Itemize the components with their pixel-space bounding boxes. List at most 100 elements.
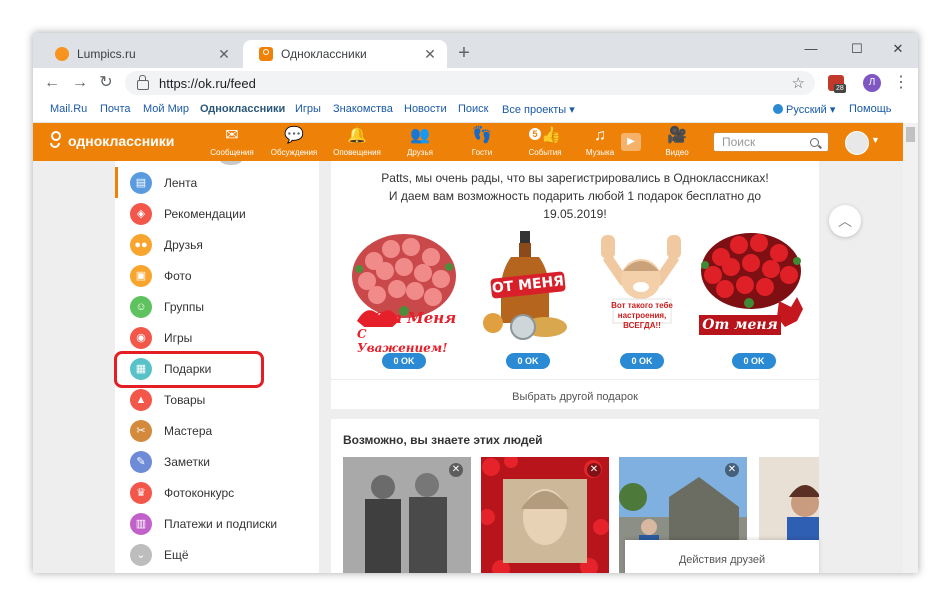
dismiss-x-icon[interactable]: ✕ bbox=[587, 463, 601, 477]
gift-price-button[interactable]: 0 OK bbox=[382, 353, 426, 369]
service-link-news[interactable]: Новости bbox=[404, 103, 447, 115]
sidebar-item-label: Ещё bbox=[164, 547, 189, 562]
service-link-ok[interactable]: Одноклассники bbox=[200, 103, 285, 115]
sidebar-item[interactable]: ✎ Заметки bbox=[115, 446, 319, 477]
shopping-bag-icon: ▲ bbox=[130, 388, 152, 411]
suggested-person-photo[interactable]: ✕ bbox=[343, 457, 471, 573]
nav-label: Гости bbox=[471, 148, 493, 157]
gift-price-button[interactable]: 0 OK bbox=[620, 353, 664, 369]
sidebar-item[interactable]: ▤ Лента bbox=[115, 167, 319, 198]
service-link-dating[interactable]: Знакомства bbox=[333, 103, 393, 115]
sidebar-item[interactable]: ▥ Платежи и подписки bbox=[115, 508, 319, 539]
service-link-search[interactable]: Поиск bbox=[458, 103, 488, 115]
minimize-icon[interactable]: — bbox=[791, 37, 831, 61]
gift-caption-line: настроения, ВСЕГДА!! bbox=[617, 311, 667, 330]
menu-kebab-icon[interactable]: ⋮ bbox=[893, 72, 909, 94]
nav-guests[interactable]: 👣 Гости bbox=[451, 126, 513, 157]
new-tab-plus-icon[interactable]: + bbox=[453, 42, 475, 64]
people-title: Возможно, вы знаете этих людей bbox=[343, 433, 543, 447]
close-icon[interactable]: ✕ bbox=[421, 46, 439, 63]
scrollbar-thumb[interactable] bbox=[906, 127, 915, 142]
ok-logo[interactable]: одноклассники bbox=[50, 131, 174, 151]
gift-price-button[interactable]: 0 OK bbox=[732, 353, 776, 369]
sidebar-item[interactable]: ▣ Фото bbox=[115, 260, 319, 291]
compass-icon: ◈ bbox=[130, 202, 152, 225]
forward-arrow-icon[interactable]: → bbox=[69, 72, 91, 94]
chevron-down-icon[interactable]: ▼ bbox=[871, 135, 880, 145]
tab-title: Одноклассники bbox=[281, 47, 367, 61]
dismiss-x-icon[interactable]: ✕ bbox=[449, 463, 463, 477]
browser-toolbar: ← → ↻ https://ok.ru/feed ☆ 28 Л ⋮ bbox=[33, 68, 918, 98]
scroll-up-chevron-icon[interactable]: ︿ bbox=[829, 205, 861, 237]
language-label: Русский ▾ bbox=[786, 104, 836, 116]
photo-icon: ▣ bbox=[130, 264, 152, 287]
search-icon[interactable] bbox=[810, 137, 819, 147]
dismiss-x-icon[interactable]: ✕ bbox=[725, 463, 739, 477]
nav-label: События bbox=[528, 148, 562, 157]
back-arrow-icon[interactable]: ← bbox=[41, 72, 63, 94]
tab-strip: Lumpics.ru ✕ Одноклассники ✕ + — ☐ ✕ bbox=[33, 33, 918, 68]
nav-notifications[interactable]: 🔔 Оповещения bbox=[326, 126, 388, 157]
profile-avatar[interactable]: Л bbox=[863, 74, 881, 92]
lock-icon bbox=[137, 75, 149, 90]
choose-other-gift-link[interactable]: Выбрать другой подарок bbox=[331, 379, 819, 409]
ok-favicon-icon bbox=[259, 47, 273, 61]
service-link-mail[interactable]: Почта bbox=[100, 103, 131, 115]
sidebar-item[interactable]: ◉ Игры bbox=[115, 322, 319, 353]
page-scrollbar[interactable] bbox=[903, 123, 918, 573]
gift-caption: Вот такого тебе настроения, ВСЕГДА!! bbox=[587, 301, 697, 331]
bookmark-star-icon[interactable]: ☆ bbox=[792, 74, 805, 92]
window-close-icon[interactable]: ✕ bbox=[878, 37, 918, 61]
sidebar-item[interactable]: ⌄ Ещё bbox=[115, 539, 319, 570]
close-icon[interactable]: ✕ bbox=[215, 46, 233, 63]
maximize-icon[interactable]: ☐ bbox=[837, 37, 877, 61]
play-icon[interactable]: ▶ bbox=[621, 133, 641, 151]
nav-label: Оповещения bbox=[333, 148, 381, 157]
gift-price-button[interactable]: 0 OK bbox=[506, 353, 550, 369]
address-bar[interactable]: https://ok.ru/feed ☆ bbox=[125, 71, 815, 95]
nav-video[interactable]: 🎥 Видео bbox=[646, 126, 708, 157]
services-bar: Mail.Ru Почта Мой Мир Одноклассники Игры… bbox=[33, 98, 903, 123]
nav-friends[interactable]: 👥 Друзья bbox=[389, 126, 451, 157]
sidebar-item-label: Фото bbox=[164, 268, 192, 283]
ok-logo-text: одноклассники bbox=[68, 133, 175, 149]
suggested-person-photo[interactable]: ✕ bbox=[481, 457, 609, 573]
globe-icon bbox=[773, 104, 783, 114]
url-text[interactable]: https://ok.ru/feed bbox=[159, 76, 792, 91]
all-projects-dropdown[interactable]: Все проекты ▾ bbox=[502, 103, 575, 116]
ok-search-input[interactable]: Поиск bbox=[713, 132, 829, 152]
service-link-mailru[interactable]: Mail.Ru bbox=[50, 103, 87, 115]
gift-item-red-roses[interactable]: От меня 0 OK bbox=[699, 231, 809, 369]
friends-actions-panel[interactable]: Действия друзей bbox=[625, 540, 819, 573]
sidebar-item[interactable]: ●● Друзья bbox=[115, 229, 319, 260]
events-badge: 5 bbox=[529, 128, 542, 140]
sidebar-item[interactable]: ☺ Группы bbox=[115, 291, 319, 322]
gift-item-thumbs-up-kid[interactable]: Вот такого тебе настроения, ВСЕГДА!! 0 O… bbox=[587, 231, 697, 369]
sidebar-item-label: Фотоконкурс bbox=[164, 485, 235, 500]
nav-discussions[interactable]: 💬 Обсуждения bbox=[263, 126, 325, 157]
sidebar-item[interactable]: ▲ Товары bbox=[115, 384, 319, 415]
user-avatar[interactable] bbox=[845, 131, 869, 155]
sidebar-item[interactable]: ◈ Рекомендации bbox=[115, 198, 319, 229]
tab-odnoklassniki[interactable]: Одноклассники ✕ bbox=[243, 40, 447, 68]
wallet-icon: ▥ bbox=[130, 512, 152, 535]
help-link[interactable]: Помощь bbox=[849, 103, 892, 115]
tab-lumpics[interactable]: Lumpics.ru ✕ bbox=[39, 40, 241, 68]
sidebar-item[interactable]: ♛ Фотоконкурс bbox=[115, 477, 319, 508]
reload-icon[interactable]: ↻ bbox=[95, 72, 117, 94]
extension-icon[interactable]: 28 bbox=[828, 75, 846, 93]
envelope-icon: ✉ bbox=[225, 127, 239, 144]
service-link-games[interactable]: Игры bbox=[295, 103, 321, 115]
language-selector[interactable]: Русский ▾ bbox=[773, 103, 835, 116]
service-link-mymir[interactable]: Мой Мир bbox=[143, 103, 189, 115]
gift-item-cognac[interactable]: ОТ МЕНЯ 0 OK bbox=[473, 231, 583, 369]
page-content: ▤ Лента ◈ Рекомендации ●● Друзья ▣ Фото ☺ Группы ◉… bbox=[33, 161, 903, 573]
nav-messages[interactable]: ✉ Сообщения bbox=[201, 126, 263, 157]
browser-window: Lumpics.ru ✕ Одноклассники ✕ + — ☐ ✕ ← →… bbox=[33, 33, 918, 573]
nav-events[interactable]: 5 👍 События bbox=[514, 126, 576, 157]
promo-line: Patts, мы очень рады, что вы зарегистрир… bbox=[381, 171, 769, 185]
events-thumbs-up-icon: 5 👍 bbox=[514, 126, 576, 146]
sidebar-item-label: Друзья bbox=[164, 237, 203, 252]
gift-item-roses[interactable]: От Меня С Уважением! 0 OK bbox=[349, 231, 459, 369]
sidebar-item[interactable]: ✂ Мастера bbox=[115, 415, 319, 446]
